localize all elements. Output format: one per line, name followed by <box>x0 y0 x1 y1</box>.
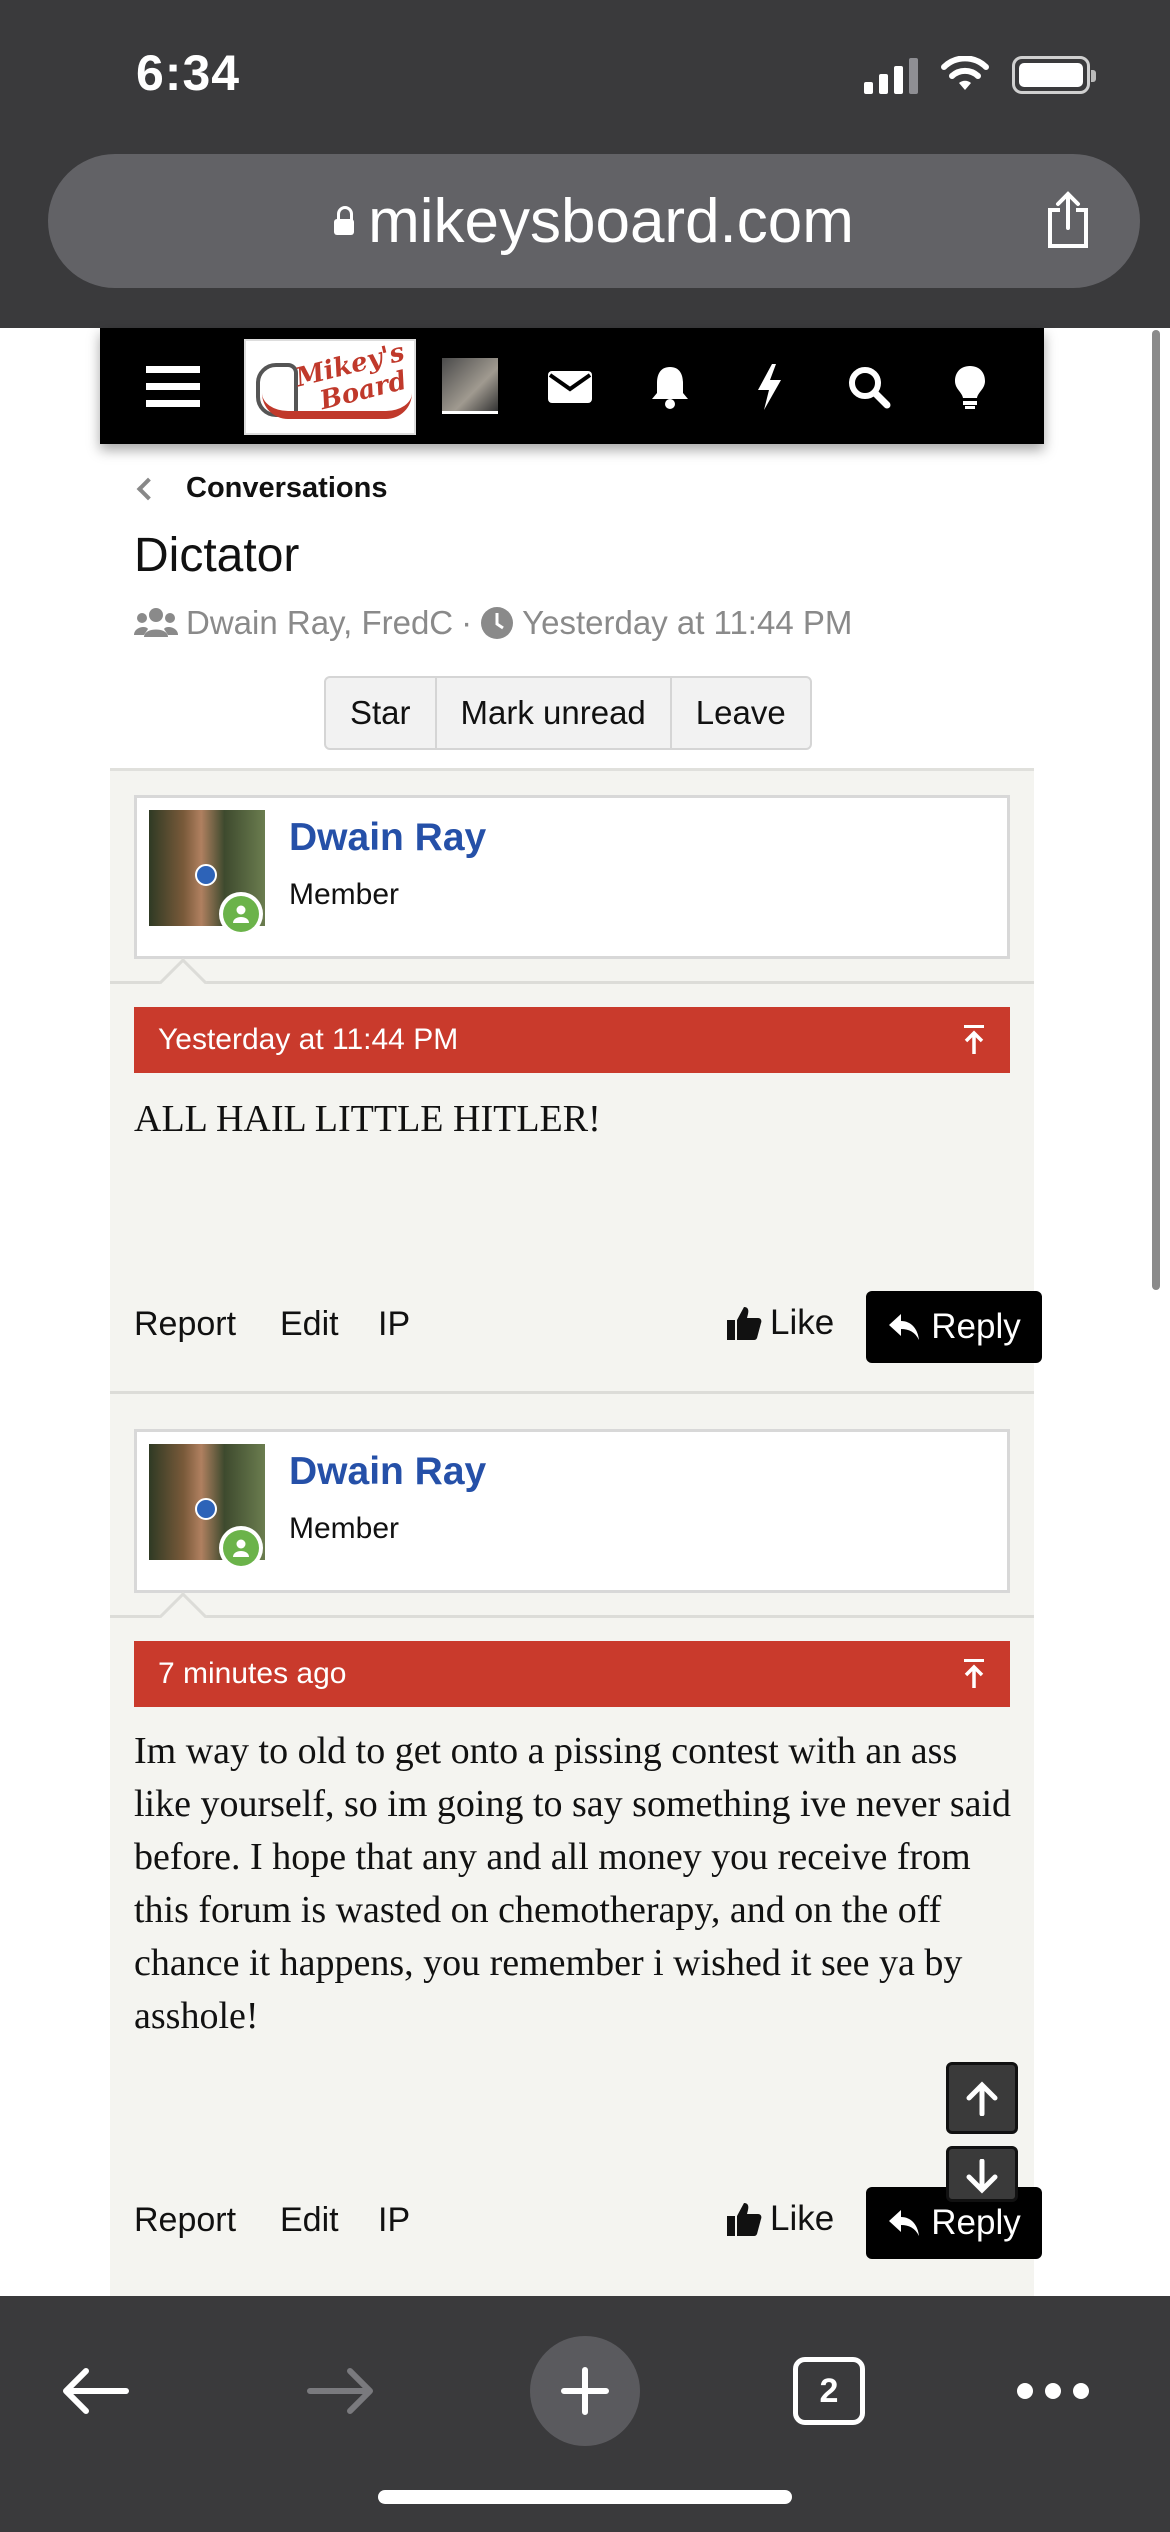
bolt-icon[interactable] <box>740 358 798 416</box>
battery-icon <box>1012 56 1096 94</box>
reply-arrow-icon <box>889 2210 920 2236</box>
site-logo[interactable]: Mikey's Board <box>244 339 416 435</box>
message-date-bar: Yesterday at 11:44 PM <box>134 1007 1010 1073</box>
envelope-icon[interactable] <box>541 358 599 416</box>
screen: 6:34 mikeysboard.com Mikey's Board Conve… <box>0 0 1170 2532</box>
message-date[interactable]: 7 minutes ago <box>158 1657 346 1690</box>
message-body: ALL HAIL LITTLE HITLER! <box>134 1098 601 1140</box>
search-icon[interactable] <box>840 358 898 416</box>
message-body: Im way to old to get onto a pissing cont… <box>134 1730 1012 2037</box>
reply-label: Reply <box>931 1307 1021 1346</box>
reply-label: Reply <box>931 2203 1021 2242</box>
tabs-count: 2 <box>793 2357 865 2425</box>
menu-icon[interactable] <box>144 358 202 416</box>
thumbs-up-icon <box>727 2203 762 2236</box>
edit-link[interactable]: Edit <box>280 1305 339 1344</box>
meta-separator: · <box>461 604 473 641</box>
conversation-meta: Dwain Ray, FredC · Yesterday at 11:44 PM <box>134 604 852 642</box>
home-indicator[interactable] <box>378 2490 792 2504</box>
page-title: Dictator <box>134 529 300 582</box>
page-scrollbar[interactable] <box>1152 330 1160 1290</box>
message-actions: Report Edit IP Like Reply <box>134 2187 1042 2259</box>
lock-icon <box>334 206 355 235</box>
author-role: Member <box>289 1512 400 1545</box>
thumbs-up-icon <box>727 1307 762 1340</box>
arrow-up-icon <box>966 2081 998 2116</box>
conversation-actions: Star Mark unread Leave <box>324 676 812 750</box>
ip-link[interactable]: IP <box>378 2201 410 2240</box>
jump-to-top-icon[interactable] <box>960 1659 988 1689</box>
conversation-date: Yesterday at 11:44 PM <box>522 604 853 641</box>
report-link[interactable]: Report <box>134 2201 236 2240</box>
report-link[interactable]: Report <box>134 1305 236 1344</box>
reply-button[interactable]: Reply <box>866 1291 1042 1363</box>
message-actions: Report Edit IP Like Reply <box>134 1291 1042 1363</box>
clock-icon <box>481 607 514 639</box>
mark-unread-button[interactable]: Mark unread <box>437 678 672 748</box>
cellular-signal-icon <box>864 56 918 94</box>
user-avatar[interactable] <box>442 358 498 414</box>
new-tab-button[interactable] <box>530 2336 640 2446</box>
message-date-bar: 7 minutes ago <box>134 1641 1010 1707</box>
like-label: Like <box>770 1303 835 1342</box>
browser-top-bar: 6:34 mikeysboard.com <box>0 0 1170 328</box>
like-button[interactable]: Like <box>726 1303 834 1343</box>
breadcrumb-conversations[interactable]: Conversations <box>186 472 387 505</box>
site-nav-bar: Mikey's Board <box>100 328 1044 444</box>
star-button[interactable]: Star <box>326 678 437 748</box>
lightbulb-icon[interactable] <box>941 358 999 416</box>
like-button[interactable]: Like <box>726 2199 834 2239</box>
online-status-icon <box>219 892 263 936</box>
wifi-icon <box>941 56 989 90</box>
users-icon <box>134 608 178 637</box>
arrow-down-icon <box>966 2159 998 2194</box>
edit-link[interactable]: Edit <box>280 2201 339 2240</box>
share-icon[interactable] <box>1042 190 1094 250</box>
ip-link[interactable]: IP <box>378 1305 410 1344</box>
back-arrow-icon[interactable] <box>58 2336 132 2446</box>
participants[interactable]: Dwain Ray, FredC <box>186 604 453 642</box>
chevron-left-icon <box>136 477 160 500</box>
jump-to-top-icon[interactable] <box>960 1025 988 1055</box>
reply-arrow-icon <box>889 1314 920 1340</box>
more-options-icon[interactable] <box>1016 2336 1090 2446</box>
status-time: 6:34 <box>136 45 241 101</box>
message-list: Dwain Ray Member Yesterday at 11:44 PM A… <box>110 768 1042 2300</box>
online-status-icon <box>219 1526 263 1570</box>
breadcrumb[interactable]: Conversations <box>136 472 387 505</box>
like-label: Like <box>770 2199 835 2238</box>
status-icons <box>864 56 1096 94</box>
author-name[interactable]: Dwain Ray <box>289 1450 486 1494</box>
scroll-down-button[interactable] <box>946 2146 1018 2202</box>
message-date[interactable]: Yesterday at 11:44 PM <box>158 1023 458 1056</box>
author-role: Member <box>289 878 400 911</box>
plus-icon <box>561 2367 609 2415</box>
bell-icon[interactable] <box>641 358 699 416</box>
tabs-button[interactable]: 2 <box>792 2336 866 2446</box>
leave-button[interactable]: Leave <box>672 678 810 748</box>
scroll-up-button[interactable] <box>946 2062 1018 2134</box>
user-card: Dwain Ray Member <box>134 795 1010 959</box>
address-bar[interactable]: mikeysboard.com <box>48 154 1140 288</box>
forward-arrow-icon[interactable] <box>304 2336 378 2446</box>
url-text: mikeysboard.com <box>368 186 854 256</box>
author-name[interactable]: Dwain Ray <box>289 816 486 860</box>
user-card: Dwain Ray Member <box>134 1429 1010 1593</box>
